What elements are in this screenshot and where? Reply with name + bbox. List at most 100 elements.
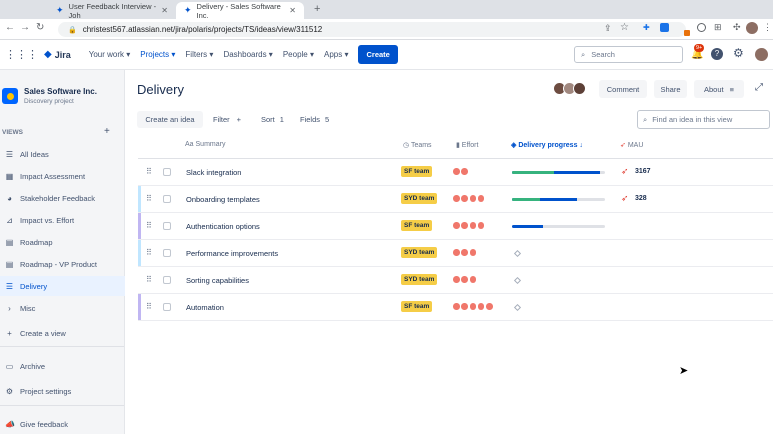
- nav-apps[interactable]: Apps ▾: [324, 50, 348, 59]
- help-icon[interactable]: ?: [711, 48, 723, 60]
- team-badge[interactable]: SYD team: [401, 247, 438, 258]
- collaborator-avatars[interactable]: [553, 82, 586, 95]
- table-row[interactable]: ⠿ Performance improvements SYD team: [138, 240, 773, 267]
- add-view-icon[interactable]: +: [104, 126, 110, 137]
- sidebar-item-impact-assessment[interactable]: ▦ Impact Assessment: [0, 166, 125, 186]
- create-view-button[interactable]: + Create a view: [0, 323, 125, 343]
- table-row[interactable]: ⠿ Sorting capabilities SYD team: [138, 267, 773, 294]
- table-row[interactable]: ⠿ Automation SF team: [138, 294, 773, 321]
- extensions-puzzle-icon[interactable]: ✣: [733, 22, 741, 33]
- sort-button[interactable]: Sort 1: [261, 115, 284, 124]
- sidebar-item-project-settings[interactable]: ⚙ Project settings: [0, 381, 125, 401]
- delivery-progress-bar[interactable]: [512, 171, 605, 174]
- row-checkbox[interactable]: [163, 222, 171, 230]
- sidebar-item-roadmap[interactable]: ▤ Roadmap: [0, 232, 125, 252]
- nav-dashboards[interactable]: Dashboards ▾: [223, 50, 272, 59]
- team-badge[interactable]: SYD team: [401, 193, 438, 204]
- browser-tab[interactable]: ✦ User Feedback Interview - Joh ✕: [48, 2, 176, 20]
- delivery-progress-bar[interactable]: [512, 225, 605, 228]
- idea-summary[interactable]: Sorting capabilities: [186, 276, 249, 285]
- effort-rating[interactable]: [453, 195, 486, 202]
- team-badge[interactable]: SF team: [401, 166, 433, 177]
- column-header-mau[interactable]: ➶ MAU: [620, 141, 643, 149]
- share-page-icon[interactable]: ⇪: [604, 23, 612, 34]
- drag-handle-icon[interactable]: ⠿: [146, 167, 152, 176]
- nav-people[interactable]: People ▾: [283, 50, 314, 59]
- column-header-teams[interactable]: ◷ Teams: [403, 141, 432, 149]
- extension-icon[interactable]: ⊞: [714, 22, 722, 33]
- table-row[interactable]: ⠿ Onboarding templates SYD team ➶ 328: [138, 186, 773, 213]
- drag-handle-icon[interactable]: ⠿: [146, 302, 152, 311]
- effort-rating[interactable]: [453, 249, 478, 256]
- mau-value[interactable]: 328: [635, 195, 647, 202]
- browser-menu-icon[interactable]: ⋮: [763, 22, 772, 33]
- team-badge[interactable]: SF team: [401, 301, 433, 312]
- column-header-delivery-progress[interactable]: ◈ Delivery progress ↓: [511, 141, 583, 149]
- settings-gear-icon[interactable]: ⚙: [733, 46, 744, 60]
- effort-rating[interactable]: [453, 222, 486, 229]
- nav-filters[interactable]: Filters ▾: [185, 50, 213, 59]
- jira-logo-icon[interactable]: ◆: [44, 49, 52, 60]
- drag-handle-icon[interactable]: ⠿: [146, 221, 152, 230]
- idea-summary[interactable]: Slack integration: [186, 168, 241, 177]
- user-avatar[interactable]: [755, 48, 768, 61]
- create-button[interactable]: Create: [358, 45, 398, 64]
- close-tab-icon[interactable]: ✕: [289, 6, 296, 15]
- close-tab-icon[interactable]: ✕: [161, 6, 168, 15]
- create-idea-button[interactable]: Create an idea: [137, 111, 203, 128]
- idea-summary[interactable]: Authentication options: [186, 222, 260, 231]
- extension-icon[interactable]: [660, 23, 669, 32]
- team-badge[interactable]: SYD team: [401, 274, 438, 285]
- profile-avatar[interactable]: [746, 22, 758, 34]
- row-checkbox[interactable]: [163, 276, 171, 284]
- share-button[interactable]: Share: [654, 80, 687, 98]
- comment-button[interactable]: Comment: [599, 80, 647, 98]
- give-feedback-button[interactable]: 📣 Give feedback: [0, 414, 125, 434]
- extension-icon[interactable]: ✚: [643, 23, 650, 32]
- effort-rating[interactable]: [453, 276, 478, 283]
- table-row[interactable]: ⠿ Authentication options SF team: [138, 213, 773, 240]
- sidebar-item-archive[interactable]: ▭ Archive: [0, 356, 125, 376]
- delivery-progress-bar[interactable]: [512, 198, 605, 201]
- table-row[interactable]: ⠿ Slack integration SF team ➶ 3167: [138, 159, 773, 186]
- url-bar[interactable]: 🔒 christest567.atlassian.net/jira/polari…: [58, 22, 686, 37]
- search-input[interactable]: ⌕ Search: [574, 46, 683, 63]
- fields-button[interactable]: Fields 5: [300, 115, 329, 124]
- row-checkbox[interactable]: [163, 249, 171, 257]
- column-header-summary[interactable]: Aa Summary: [185, 141, 225, 148]
- nav-your-work[interactable]: Your work ▾: [89, 50, 131, 59]
- reload-icon[interactable]: ↻: [36, 22, 44, 33]
- sidebar-item-all-ideas[interactable]: ☰ All Ideas: [0, 144, 125, 164]
- effort-rating[interactable]: [453, 303, 494, 310]
- effort-rating[interactable]: [453, 168, 470, 175]
- extension-icon[interactable]: [684, 30, 690, 36]
- bookmark-star-icon[interactable]: ☆: [620, 22, 629, 33]
- sidebar-item-misc[interactable]: › Misc: [0, 298, 125, 318]
- extension-icon[interactable]: [697, 23, 706, 32]
- sidebar-item-impact-vs-effort[interactable]: ⊿ Impact vs. Effort: [0, 210, 125, 230]
- mau-value[interactable]: 3167: [635, 168, 651, 175]
- about-button[interactable]: About ≡: [694, 80, 744, 98]
- sidebar-item-delivery[interactable]: ☰ Delivery: [0, 276, 125, 296]
- new-tab-icon[interactable]: +: [314, 3, 320, 15]
- filter-button[interactable]: Filter +: [213, 115, 241, 124]
- jira-logo-text[interactable]: Jira: [55, 50, 71, 60]
- browser-tab-active[interactable]: ✦ Delivery - Sales Software Inc. ✕: [176, 2, 304, 20]
- idea-summary[interactable]: Onboarding templates: [186, 195, 260, 204]
- idea-summary[interactable]: Performance improvements: [186, 249, 278, 258]
- column-header-effort[interactable]: ▮ Effort: [456, 141, 478, 149]
- find-idea-input[interactable]: ⌕ Find an idea in this view: [637, 110, 770, 129]
- app-switcher-icon[interactable]: ⋮⋮⋮: [5, 48, 38, 61]
- sidebar-item-stakeholder-feedback[interactable]: ◕ Stakeholder Feedback: [0, 188, 125, 208]
- team-badge[interactable]: SF team: [401, 220, 433, 231]
- drag-handle-icon[interactable]: ⠿: [146, 275, 152, 284]
- row-checkbox[interactable]: [163, 168, 171, 176]
- idea-summary[interactable]: Automation: [186, 303, 224, 312]
- row-checkbox[interactable]: [163, 195, 171, 203]
- forward-icon[interactable]: →: [20, 22, 30, 33]
- row-checkbox[interactable]: [163, 303, 171, 311]
- back-icon[interactable]: ←: [5, 22, 15, 33]
- sidebar-item-roadmap-vp-product[interactable]: ▤ Roadmap - VP Product: [0, 254, 125, 274]
- fullscreen-icon[interactable]: ⤢: [755, 82, 763, 93]
- nav-projects[interactable]: Projects ▾: [140, 50, 175, 59]
